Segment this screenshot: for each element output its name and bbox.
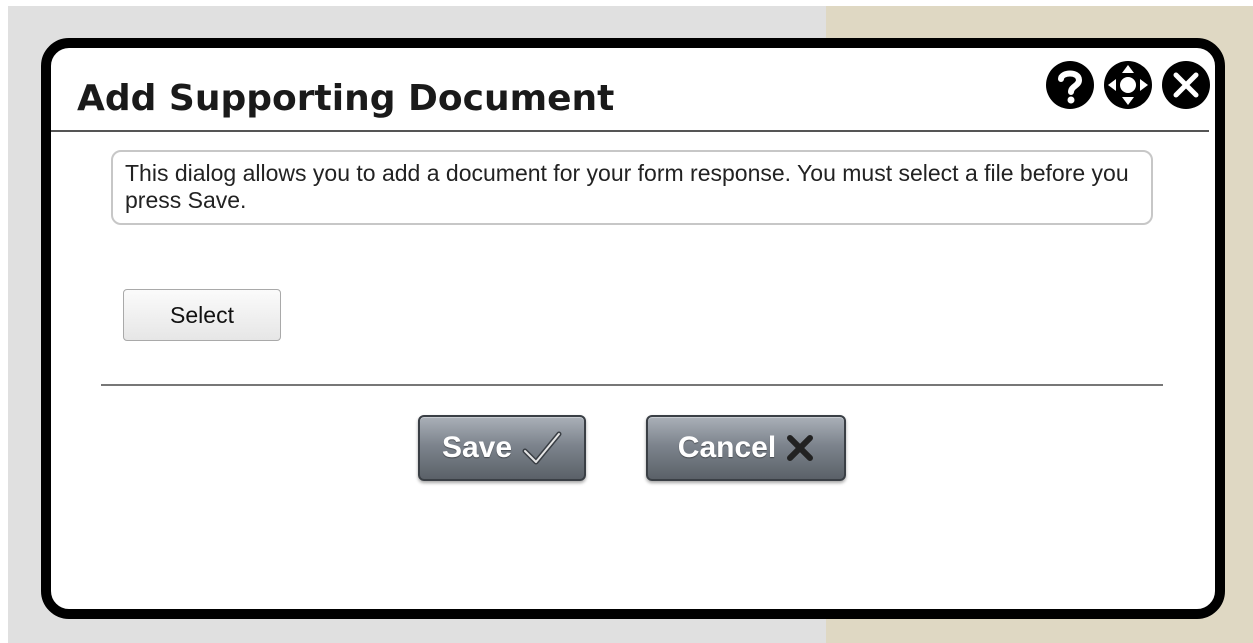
add-supporting-document-dialog: Add Supporting Document This dialog allo… — [41, 38, 1225, 619]
title-divider — [51, 130, 1209, 132]
save-button[interactable]: Save — [418, 415, 586, 481]
cancel-button-label: Cancel — [677, 431, 777, 464]
x-icon — [787, 435, 814, 461]
checkmark-icon — [522, 431, 562, 465]
select-file-button[interactable]: Select — [123, 289, 281, 341]
move-icon[interactable] — [1103, 60, 1153, 110]
save-button-label: Save — [441, 431, 513, 464]
dialog-header-controls — [1045, 60, 1211, 110]
actions-divider — [101, 384, 1163, 386]
dialog-title: Add Supporting Document — [77, 78, 615, 119]
close-icon[interactable] — [1161, 60, 1211, 110]
help-icon[interactable] — [1045, 60, 1095, 110]
info-message: This dialog allows you to add a document… — [111, 150, 1153, 225]
cancel-button[interactable]: Cancel — [646, 415, 846, 481]
